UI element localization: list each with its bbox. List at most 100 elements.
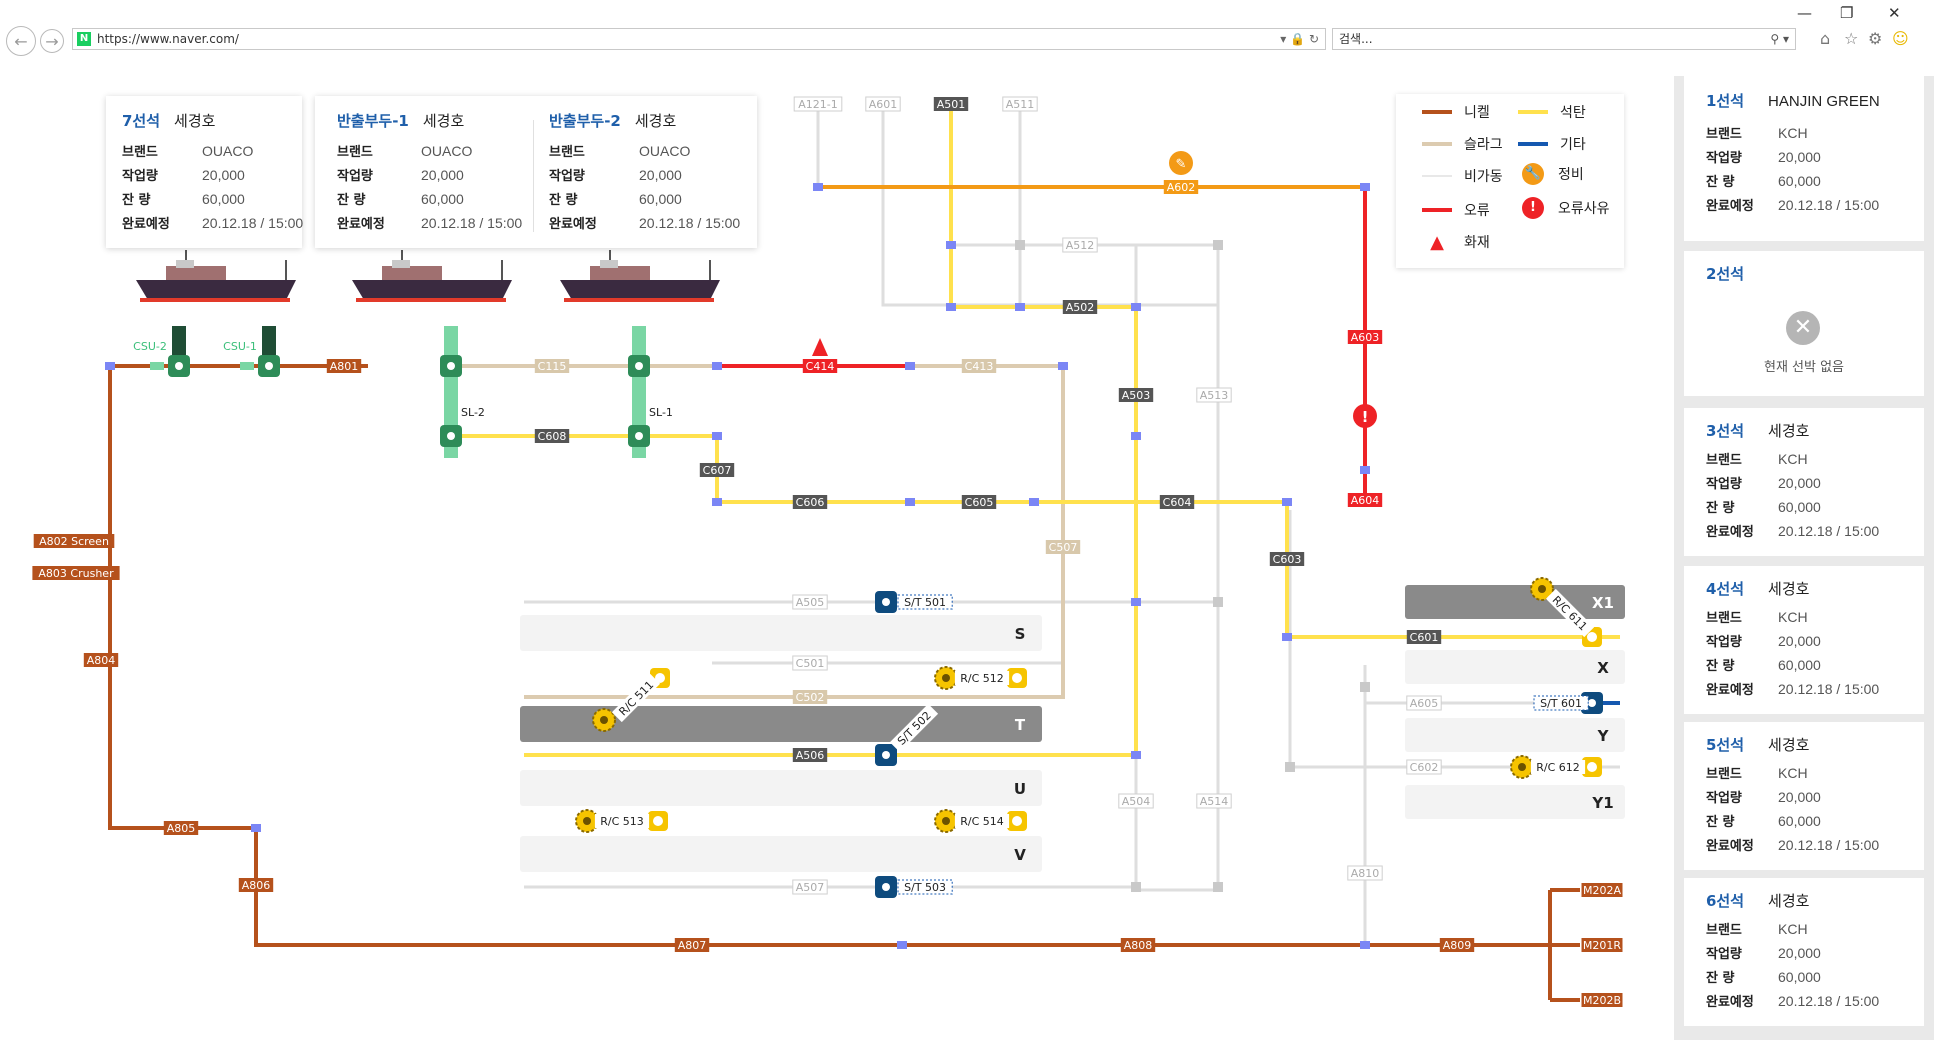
- yard-U[interactable]: [520, 770, 1042, 806]
- berth-name: 4선석: [1706, 580, 1745, 598]
- info-key: 완료예정: [549, 217, 597, 232]
- info-value: KCH: [1778, 765, 1808, 781]
- fire-icon[interactable]: [812, 338, 828, 356]
- reclaimer-RC514-end-dot: [1012, 816, 1022, 826]
- minimize-icon[interactable]: —: [1797, 4, 1812, 22]
- label-C502: C502: [796, 691, 825, 704]
- label-A603: A603: [1351, 331, 1380, 344]
- restore-icon[interactable]: ❐: [1840, 4, 1853, 22]
- junction-node: [712, 498, 722, 506]
- wrench-icon: 🔧: [1522, 163, 1544, 185]
- info-value: 20,000: [1778, 945, 1821, 961]
- label-C602: C602: [1410, 761, 1439, 774]
- berth-4-card[interactable]: 4선석 세경호 브랜드 KCH 작업량 20,000 잔 량 60,000 완료예정 20…: [1684, 566, 1924, 714]
- reclaimer-RC512-gear-hub: [942, 674, 950, 682]
- coal-swatch: [1518, 110, 1548, 114]
- label-C413: C413: [965, 360, 994, 373]
- label-A804: A804: [87, 654, 116, 667]
- label-A503: A503: [1122, 389, 1151, 402]
- label-C115: C115: [538, 360, 567, 373]
- info-value: OUACO: [202, 143, 254, 159]
- label-C607: C607: [703, 464, 732, 477]
- sl2-label: SL-2: [461, 406, 485, 419]
- close-icon[interactable]: ✕: [1888, 4, 1901, 22]
- berth-1-card[interactable]: 1선석 HANJIN GREEN 브랜드 KCH 작업량 20,000 잔 량 60,0…: [1684, 76, 1924, 241]
- sl2-upper-dot: [447, 362, 455, 370]
- reclaimer-RC514-label-group: R/C 514: [954, 814, 1010, 828]
- ship-export-2-cargo: [590, 266, 650, 280]
- ship-7-cargo: [166, 266, 226, 280]
- yard-X[interactable]: [1405, 650, 1625, 684]
- legend-label: 비가동: [1464, 169, 1503, 185]
- junction-node: [1360, 682, 1370, 692]
- berth-name: 2선석: [1706, 265, 1745, 283]
- info-key: 잔 량: [549, 193, 578, 208]
- yard-T-label: T: [1015, 716, 1026, 734]
- fire-icon: ▲: [1430, 231, 1444, 253]
- home-icon[interactable]: ⌂: [1820, 29, 1830, 48]
- ship-export-1-bridge: [392, 260, 410, 268]
- exclamation-icon: !: [1522, 197, 1544, 219]
- info-value: KCH: [1778, 921, 1808, 937]
- conveyor-A601[interactable]: [881, 104, 1220, 307]
- label-C608: C608: [538, 430, 567, 443]
- berth-5-card[interactable]: 5선석 세경호 브랜드 KCH 작업량 20,000 잔 량 60,000 완료예정 20…: [1684, 722, 1924, 870]
- berth-7-card[interactable]: 7선석 세경호 브랜드 OUACO 작업량 20,000 잔 량 60,000 완료예정…: [106, 96, 304, 248]
- info-value: 20.12.18 / 15:00: [1778, 523, 1880, 539]
- legend-nickel: 니켈: [1422, 102, 1490, 122]
- yard-Y[interactable]: [1405, 718, 1625, 752]
- info-key: 잔 량: [1706, 501, 1735, 516]
- berth-name: 5선석: [1706, 736, 1745, 754]
- info-key: 브랜드: [1706, 767, 1742, 782]
- info-value: 20.12.18 / 15:00: [1778, 197, 1880, 213]
- stacker-ST503-label: S/T 503: [904, 881, 946, 894]
- label-A121-1: A121-1: [798, 98, 838, 111]
- junction-node: [813, 183, 823, 191]
- conveyor-A501-A502[interactable]: [949, 104, 1136, 309]
- favorites-star-icon[interactable]: ☆: [1844, 29, 1858, 48]
- info-value: 20,000: [1778, 149, 1821, 165]
- berth-3-card[interactable]: 3선석 세경호 브랜드 KCH 작업량 20,000 잔 량 60,000 완료예정 20…: [1684, 408, 1924, 556]
- info-key: 완료예정: [1706, 683, 1754, 698]
- info-key: 브랜드: [549, 145, 585, 160]
- info-value: 20.12.18 / 15:00: [202, 215, 304, 231]
- label-A808: A808: [1124, 939, 1153, 952]
- info-key: 브랜드: [122, 145, 158, 160]
- yard-V[interactable]: [520, 836, 1042, 872]
- legend-slag: 슬라그: [1422, 134, 1503, 154]
- info-key: 작업량: [1706, 947, 1742, 962]
- csu1-label: CSU-1: [223, 340, 257, 353]
- info-key: 완료예정: [337, 217, 385, 232]
- export-dock-1[interactable]: 반출부두-1 세경호 브랜드 OUACO 작업량 20,000 잔 량 60,000 완…: [337, 110, 522, 235]
- label-A809: A809: [1443, 939, 1472, 952]
- junction-node: [1131, 432, 1141, 440]
- junction-node: [1131, 598, 1141, 606]
- nickel-swatch: [1422, 110, 1452, 114]
- conveyor-A513-A514[interactable]: [1134, 245, 1220, 892]
- yard-S[interactable]: [520, 615, 1042, 651]
- info-key: 작업량: [122, 169, 158, 184]
- label-A807: A807: [678, 939, 707, 952]
- ship-export-1-cargo: [382, 266, 442, 280]
- search-icon[interactable]: ⚲ ▾: [1770, 29, 1789, 49]
- junction-node: [1282, 498, 1292, 506]
- info-key: 작업량: [1706, 635, 1742, 650]
- smiley-icon[interactable]: ☺: [1892, 29, 1909, 48]
- reclaimer-RC513-end-dot: [653, 816, 663, 826]
- legend-label: 니켈: [1464, 105, 1490, 121]
- label-A604: A604: [1351, 494, 1380, 507]
- legend-error-reason: ! 오류사유: [1522, 197, 1610, 219]
- legend-fire: ▲ 화재: [1422, 231, 1490, 253]
- label-C507: C507: [1049, 541, 1078, 554]
- export-dock-card[interactable]: 반출부두-1 세경호 브랜드 OUACO 작업량 20,000 잔 량 60,000 완…: [315, 96, 757, 248]
- sl1-upper-dot: [635, 362, 643, 370]
- info-key: 완료예정: [1706, 839, 1754, 854]
- export-dock-2[interactable]: 반출부두-2 세경호 브랜드 OUACO 작업량 20,000 잔 량 60,000 완…: [549, 110, 740, 235]
- berth-6-card[interactable]: 6선석 세경호 브랜드 KCH 작업량 20,000 잔 량 60,000 완료예정 20…: [1684, 878, 1924, 1026]
- csu1-stub: [240, 362, 254, 370]
- stacker-ST502-dot: [882, 751, 890, 759]
- berth-name: 1선석: [1706, 92, 1745, 110]
- no-ship-x-icon: ✕: [1786, 311, 1820, 345]
- settings-gear-icon[interactable]: ⚙: [1868, 29, 1882, 48]
- berth-2-card[interactable]: 2선석 ✕ 현재 선박 없음: [1684, 251, 1924, 396]
